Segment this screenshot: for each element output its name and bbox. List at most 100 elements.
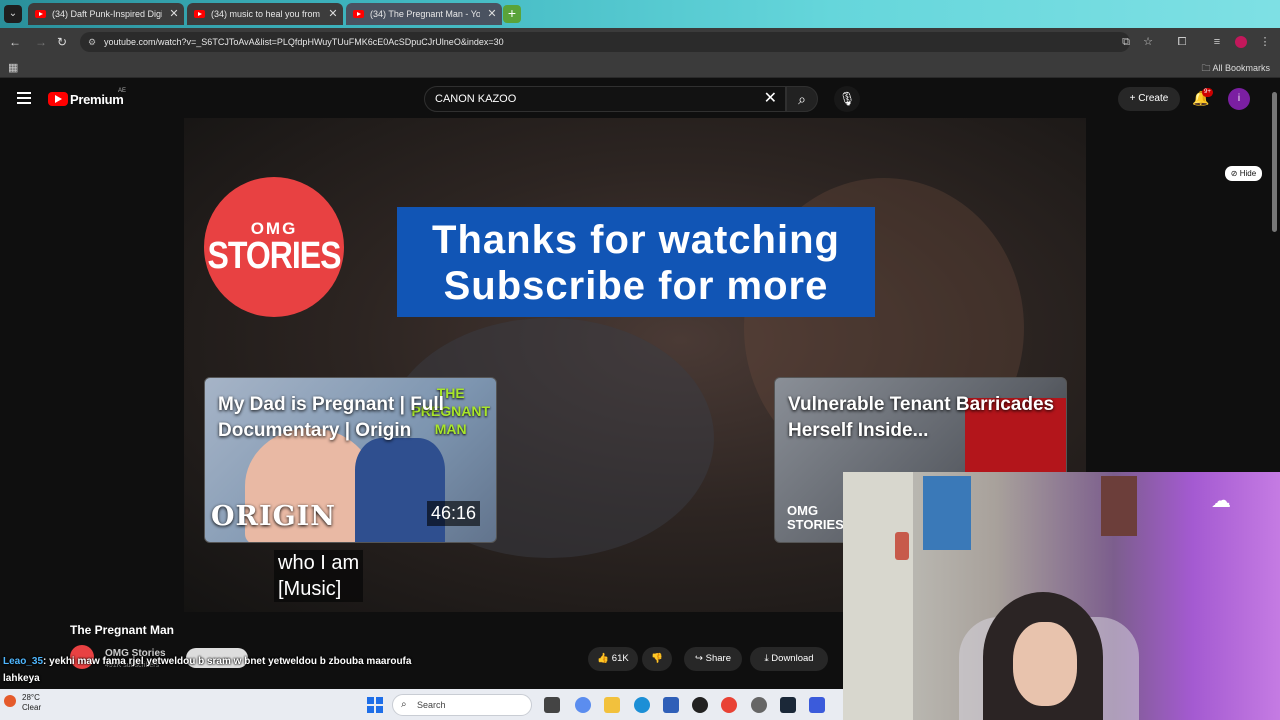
stream-chat-overlay: Leao_35: yekhi maw fama rjel yetweldou b… <box>0 653 420 687</box>
youtube-header: Premium AE CANON KAZOO ✕ ⌕ 🎙 + Create 🔔 … <box>0 80 1280 118</box>
region-code: AE <box>118 88 127 94</box>
obs-icon[interactable] <box>692 697 708 713</box>
back-icon[interactable]: ← <box>7 34 23 50</box>
browser-menu-icon[interactable]: ⋮ <box>1258 35 1272 49</box>
account-avatar[interactable]: i <box>1228 88 1250 110</box>
create-button[interactable]: + Create <box>1118 87 1180 111</box>
video-title: The Pregnant Man <box>70 623 175 637</box>
taskbar-search[interactable]: ⌕ Search <box>392 694 532 716</box>
weather-icon[interactable] <box>4 695 16 707</box>
search-icon[interactable]: ⌕ <box>786 86 818 112</box>
site-info-icon[interactable]: ⚙ <box>88 37 98 47</box>
voice-search-icon[interactable]: 🎙 <box>834 86 860 112</box>
browser-profile-avatar[interactable] <box>1235 36 1247 48</box>
channel-logo-endscreen[interactable]: OMG STORIES <box>204 177 344 317</box>
tab-daft-punk[interactable]: (34) Daft Punk-Inspired Digital ✕ <box>28 3 184 25</box>
url-text: youtube.com/watch?v=_S6TCJToAvA&list=PLQ… <box>104 37 504 47</box>
card-title: My Dad is Pregnant | Full Documentary | … <box>218 394 444 441</box>
taskbar-search-label: Search <box>417 700 446 710</box>
weather-temperature: 28°C <box>22 693 40 702</box>
file-explorer-icon[interactable] <box>604 697 620 713</box>
wall-poster <box>923 476 971 550</box>
search-input[interactable]: CANON KAZOO ✕ <box>424 86 786 112</box>
store-icon[interactable] <box>663 697 679 713</box>
copilot-icon[interactable] <box>575 697 591 713</box>
steam-icon[interactable] <box>780 697 796 713</box>
guide-menu-icon[interactable] <box>17 92 31 104</box>
close-tab-icon[interactable]: ✕ <box>327 3 339 25</box>
tab-label: (34) Daft Punk-Inspired Digital <box>52 9 162 19</box>
search-query: CANON KAZOO <box>435 93 517 105</box>
edge-icon[interactable] <box>634 697 650 713</box>
chat-username: Leao_35 <box>3 656 44 667</box>
forward-icon[interactable]: → <box>33 34 49 50</box>
weather-condition: Clear <box>22 703 42 712</box>
hide-label: Hide <box>1239 169 1257 178</box>
premium-logo-text[interactable]: Premium <box>70 92 124 107</box>
all-bookmarks-label: All Bookmarks <box>1212 63 1270 73</box>
caption-line: who I am <box>278 552 360 574</box>
youtube-logo-icon[interactable] <box>48 92 68 106</box>
task-view-icon[interactable] <box>544 697 560 713</box>
endscreen-line-1: Thanks for watching <box>432 218 840 262</box>
captions: who I am [Music] <box>274 550 364 602</box>
tab-search-icon[interactable]: ⌄ <box>4 5 22 23</box>
youtube-favicon-icon <box>35 10 46 18</box>
thumbs-up-icon: 👍 <box>597 653 612 664</box>
card-brand-text: ORIGIN <box>211 501 336 532</box>
notification-count-badge: 9+ <box>1202 88 1213 97</box>
share-label: Share <box>705 653 731 664</box>
settings-gear-icon[interactable] <box>751 697 767 713</box>
download-label: Download <box>771 653 814 664</box>
install-app-icon[interactable]: ⧉ <box>1119 35 1133 49</box>
card-duration: 46:16 <box>426 501 480 526</box>
card-brand-top: OMG <box>787 503 819 518</box>
tab-pregnant-man[interactable]: (34) The Pregnant Man - YouTu ✕ <box>346 3 502 25</box>
extensions-icon[interactable]: ⧠ <box>1175 35 1189 49</box>
caption-line: [Music] <box>278 578 342 600</box>
thumbnail-figure <box>355 438 445 542</box>
apps-grid-icon[interactable]: ▦ <box>8 61 18 74</box>
screen: ⌄ (34) Daft Punk-Inspired Digital ✕ (34)… <box>0 0 1280 720</box>
browser-tab-strip: ⌄ (34) Daft Punk-Inspired Digital ✕ (34)… <box>0 0 1280 28</box>
card-brand-logo: OMG STORIES <box>787 504 844 532</box>
endscreen-video-card[interactable]: THE PREGNANT MAN My Dad is Pregnant | Fu… <box>204 377 497 543</box>
app-icon[interactable] <box>809 697 825 713</box>
share-button[interactable]: ↪ Share <box>684 647 742 671</box>
tab-music-heal[interactable]: (34) music to heal you from bre ✕ <box>187 3 343 25</box>
bookmarks-bar: ▦ 🗀 All Bookmarks <box>0 56 1280 78</box>
neon-sign-icon: ☁ <box>1211 490 1231 512</box>
weather-widget[interactable]: 28°C Clear <box>22 693 41 713</box>
card-brand-bottom: STORIES <box>787 517 844 532</box>
card-title: Vulnerable Tenant Barricades Herself Ins… <box>788 394 1055 441</box>
hide-overlay-button[interactable]: ⊘ Hide <box>1225 166 1262 181</box>
streamer-face <box>1013 622 1077 706</box>
thumbs-down-icon: 👎 <box>651 653 663 664</box>
endscreen-line-2: Subscribe for more <box>443 264 829 308</box>
reading-list-icon[interactable]: ≡ <box>1210 35 1224 49</box>
eye-off-icon: ⊘ <box>1230 169 1240 178</box>
address-toolbar: ← → ↻ ⚙ youtube.com/watch?v=_S6TCJToAvA&… <box>0 28 1280 56</box>
new-tab-button[interactable]: + <box>503 5 521 23</box>
url-bar[interactable]: ⚙ youtube.com/watch?v=_S6TCJToAvA&list=P… <box>80 32 1130 52</box>
close-tab-icon[interactable]: ✕ <box>486 3 498 25</box>
close-tab-icon[interactable]: ✕ <box>168 3 180 25</box>
clear-search-icon[interactable]: ✕ <box>764 87 777 111</box>
chat-message: : yekhi maw fama rjel yetweldou b sram w… <box>3 656 412 684</box>
reload-icon[interactable]: ↻ <box>54 34 70 50</box>
wall-poster <box>1101 476 1137 536</box>
windows-start-icon[interactable] <box>367 697 383 713</box>
tab-label: (34) music to heal you from bre <box>211 9 321 19</box>
logo-bottom-text: STORIES <box>207 233 342 277</box>
chrome-icon[interactable] <box>721 697 737 713</box>
youtube-favicon-icon <box>353 10 364 18</box>
download-button[interactable]: ⤓ Download <box>750 647 828 671</box>
page-scrollbar[interactable] <box>1272 92 1277 232</box>
windows-taskbar: 28°C Clear ⌕ Search <box>0 689 843 720</box>
dislike-button[interactable]: 👎 <box>642 647 672 671</box>
webcam-overlay: ☁ <box>843 472 1280 720</box>
like-button[interactable]: 👍 61K <box>588 647 638 671</box>
all-bookmarks[interactable]: 🗀 All Bookmarks <box>1201 61 1270 77</box>
endscreen-banner: Thanks for watching Subscribe for more <box>397 207 875 317</box>
bookmark-star-icon[interactable]: ☆ <box>1141 35 1155 49</box>
